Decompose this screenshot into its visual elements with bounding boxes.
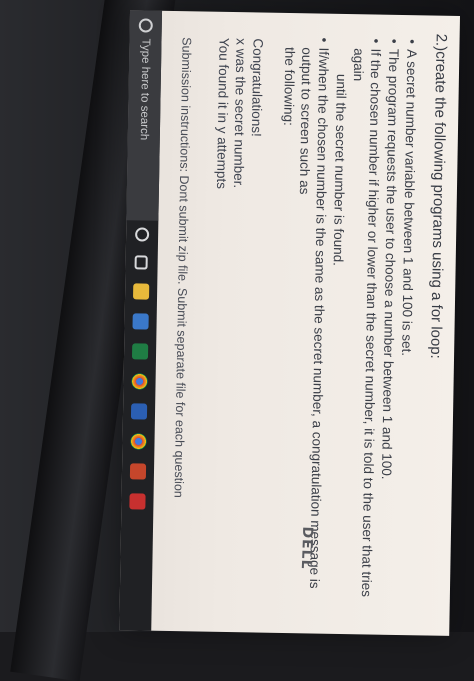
powerpoint-icon[interactable]	[129, 463, 147, 480]
search-icon	[138, 18, 153, 33]
excel-icon[interactable]	[131, 343, 149, 360]
submission-instructions: Submission instructions: Dont submit zip…	[171, 37, 194, 498]
screen: 2.)create the following programs using a…	[119, 10, 460, 636]
requirement-item: If the chosen number if higher or lower …	[323, 38, 384, 623]
chrome-icon-2[interactable]	[130, 433, 147, 450]
dell-logo: DELL	[297, 526, 316, 570]
app-icon[interactable]	[129, 493, 146, 510]
task-view-icon[interactable]	[135, 255, 149, 270]
file-explorer-icon[interactable]	[133, 283, 150, 300]
store-icon[interactable]	[132, 313, 149, 330]
word-icon[interactable]	[130, 403, 148, 420]
question-title: 2.)create the following programs using a…	[427, 33, 450, 359]
search-placeholder: Type here to search	[137, 38, 152, 141]
requirements-list: A secret number variable between 1 and 1…	[271, 31, 420, 623]
chrome-icon[interactable]	[131, 373, 148, 390]
cortana-icon[interactable]	[135, 227, 150, 242]
taskbar-search[interactable]: Type here to search	[126, 10, 163, 221]
